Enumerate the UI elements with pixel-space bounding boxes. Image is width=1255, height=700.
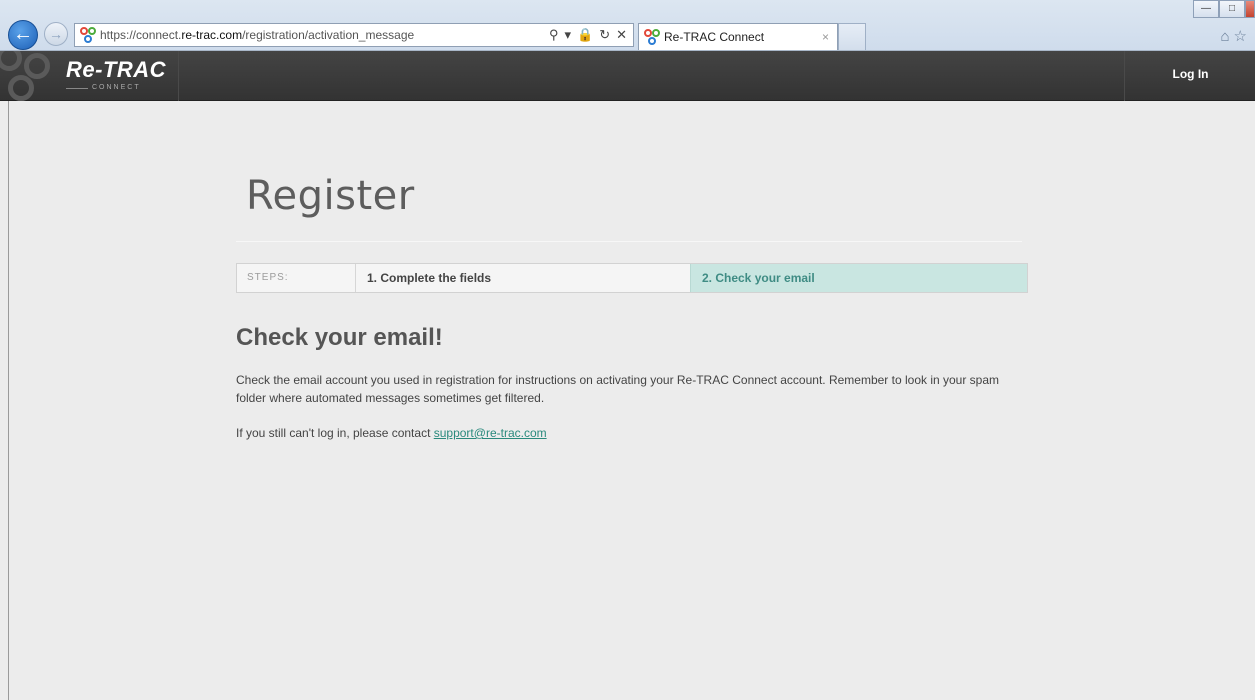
favorites-star-icon[interactable]: ☆ <box>1234 28 1251 45</box>
header-divider <box>1124 51 1125 101</box>
support-email-link[interactable]: support@re-trac.com <box>434 426 547 440</box>
url-text[interactable]: https://connect.re-trac.com/registration… <box>100 28 549 42</box>
back-arrow-icon[interactable]: ← <box>8 20 38 50</box>
address-bar[interactable]: https://connect.re-trac.com/registration… <box>74 23 634 47</box>
main-content: Register STEPS: 1. Complete the fields 2… <box>9 101 1255 700</box>
steps-bar: STEPS: 1. Complete the fields 2. Check y… <box>236 263 1028 293</box>
title-divider <box>236 241 1022 242</box>
logo-text[interactable]: Re-TRAC <box>66 57 166 83</box>
site-header: Re-TRAC CONNECT Log In <box>0 51 1255 101</box>
instructions-text: Check the email account you used in regi… <box>236 373 1000 405</box>
browser-toolbar: ← → https://connect.re-trac.com/registra… <box>0 0 1255 51</box>
header-divider <box>178 51 179 101</box>
stop-icon[interactable]: ✕ <box>616 27 627 43</box>
page-title: Register <box>246 173 415 219</box>
home-icon[interactable]: ⌂ <box>1220 28 1233 45</box>
window-close-icon[interactable] <box>1245 0 1255 18</box>
tab-favicon-icon <box>644 29 660 45</box>
new-tab-button[interactable] <box>838 23 866 50</box>
url-domain: re-trac.com <box>181 28 243 42</box>
minimize-icon[interactable]: — <box>1193 0 1219 18</box>
site-favicon-icon <box>80 27 96 43</box>
browser-tab[interactable]: Re-TRAC Connect × <box>638 23 838 50</box>
steps-label: STEPS: <box>237 264 356 292</box>
section-heading: Check your email! <box>236 324 443 351</box>
dropdown-arrow-icon[interactable]: ▾ <box>564 27 571 43</box>
search-icon[interactable]: ⚲ <box>549 27 559 43</box>
recycle-logo-icon <box>0 51 62 101</box>
support-text: If you still can't log in, please contac… <box>236 426 547 440</box>
url-prefix: https://connect. <box>100 28 182 42</box>
url-path: /registration/activation_message <box>242 28 415 42</box>
support-prefix: If you still can't log in, please contac… <box>236 426 434 440</box>
step-check-email: 2. Check your email <box>690 264 1027 292</box>
tab-title: Re-TRAC Connect <box>664 30 765 44</box>
lock-icon[interactable]: 🔒 <box>577 27 593 43</box>
step-complete-fields: 1. Complete the fields <box>367 271 492 285</box>
tab-close-icon[interactable]: × <box>822 30 829 44</box>
refresh-icon[interactable]: ↻ <box>599 27 610 43</box>
logo-subtitle: CONNECT <box>66 84 141 91</box>
login-link[interactable]: Log In <box>1126 51 1255 101</box>
maximize-icon[interactable]: □ <box>1219 0 1245 18</box>
forward-arrow-icon[interactable]: → <box>44 22 68 46</box>
